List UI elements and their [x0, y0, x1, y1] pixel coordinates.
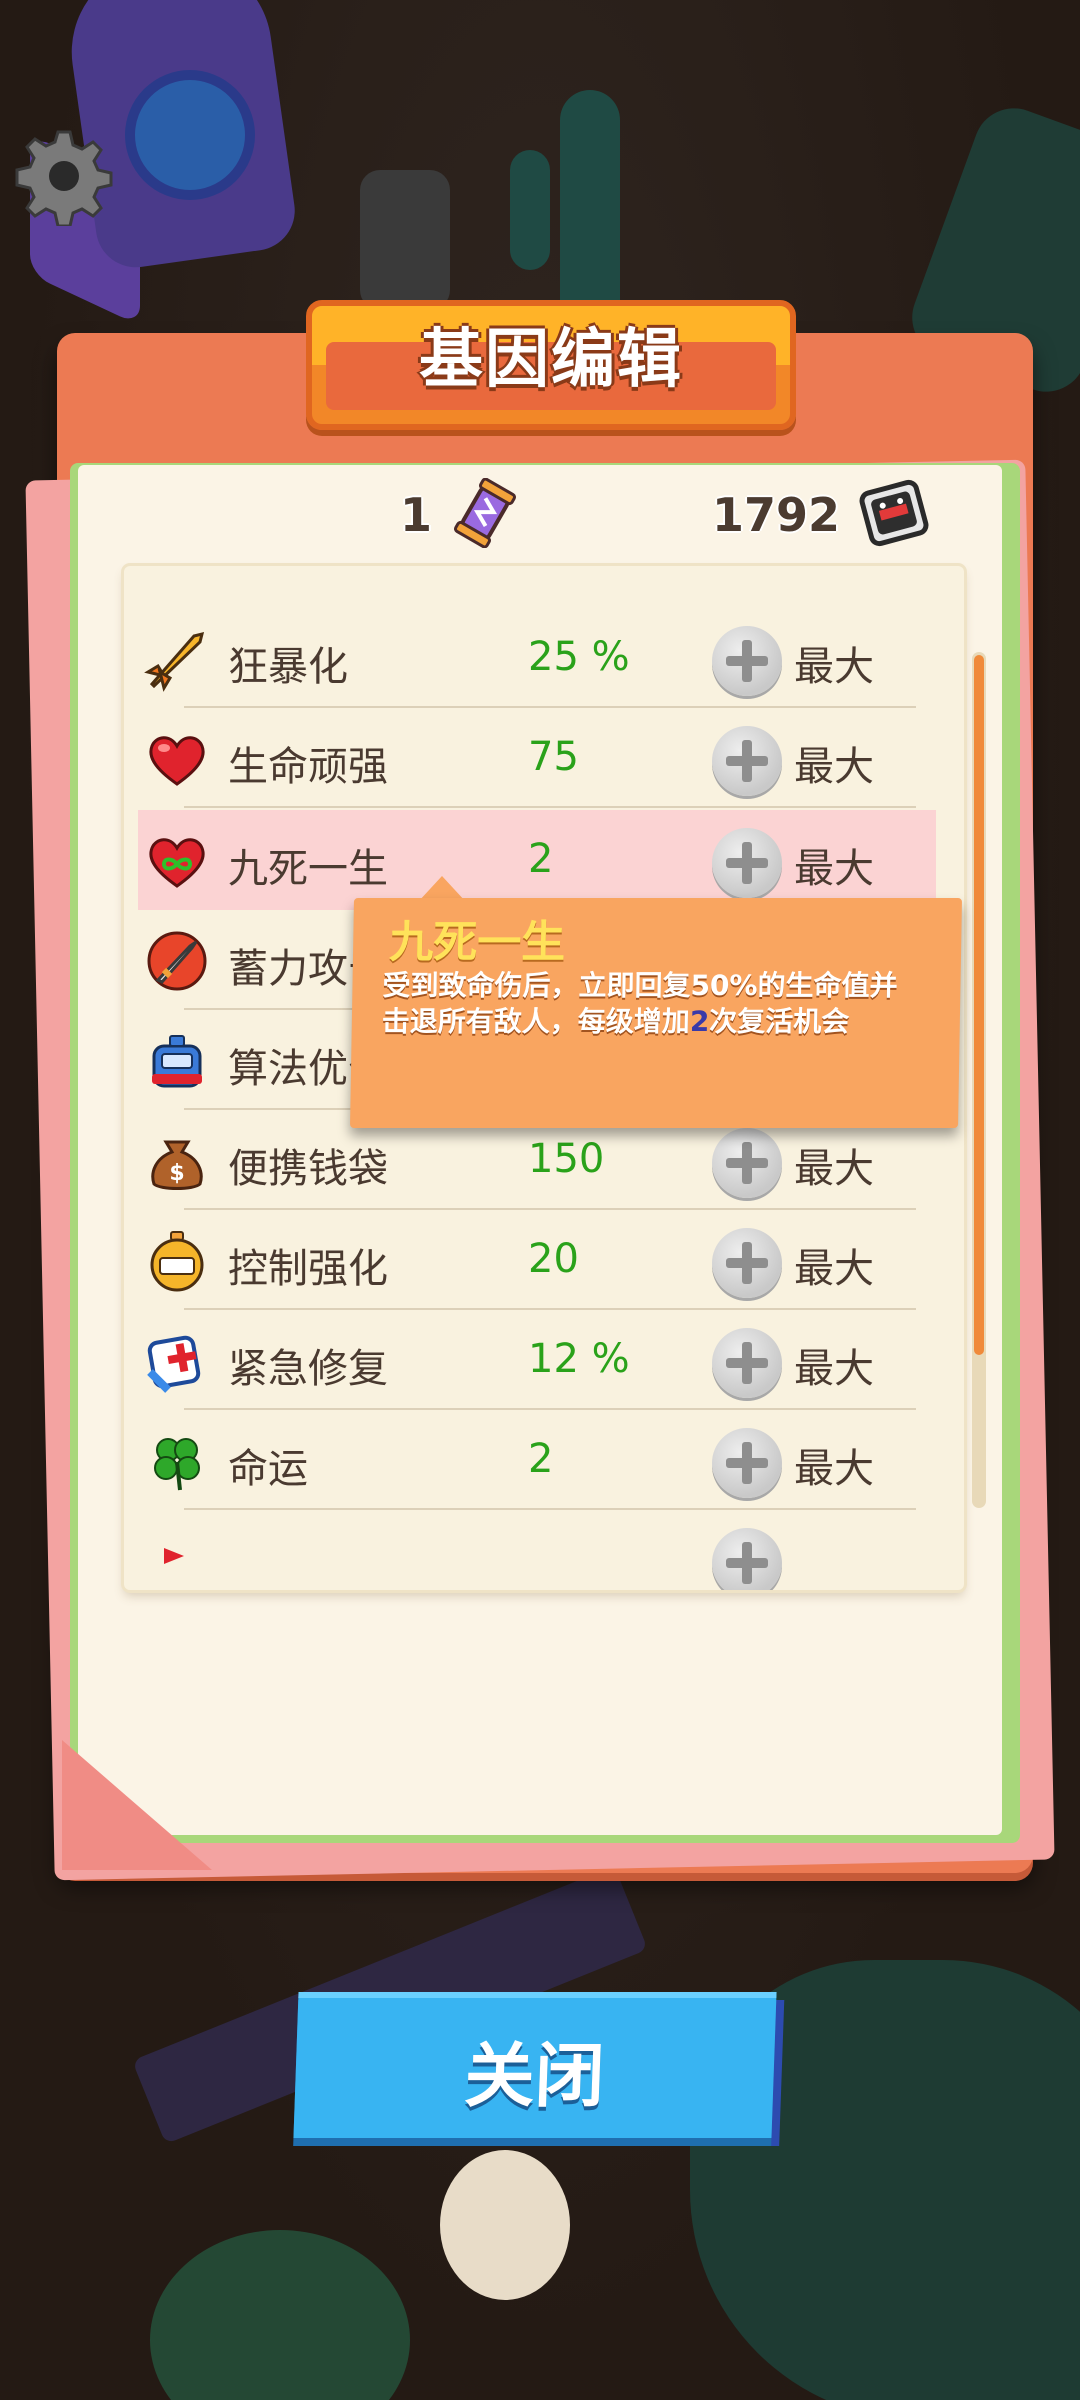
upgrade-plus-button[interactable] [712, 828, 782, 898]
gene-value: 150 [528, 1136, 605, 1182]
gene-name: 生命顽强 [228, 744, 388, 790]
clover-icon [144, 1428, 210, 1494]
gene-row-repair[interactable]: 紧急修复 12 % 最大 [138, 1310, 936, 1410]
gene-value: 75 [528, 734, 579, 780]
upgrade-plus-button[interactable] [712, 1528, 782, 1590]
gene-name: 九死一生 [228, 846, 388, 892]
rocket-icon [144, 626, 210, 692]
upgrade-plus-button[interactable] [712, 1128, 782, 1198]
close-button[interactable]: 关闭 [293, 1992, 777, 2138]
gene-max-label: 最大 [794, 644, 874, 690]
sheep [440, 2150, 570, 2300]
gene-value: 25 % [528, 634, 630, 680]
gene-name: 便携钱袋 [228, 1146, 388, 1192]
cactus [510, 150, 550, 270]
dna-count: 1 [400, 488, 433, 542]
tooltip-line-1: 受到致命伤后，立即回复50%的生命值并 [382, 969, 898, 1002]
gene-row-control[interactable]: 控制强化 20 最大 [138, 1210, 936, 1310]
gene-row-berserk[interactable]: 狂暴化 25 % 最大 [138, 608, 936, 708]
dna-currency: 1 [400, 477, 520, 552]
gene-name: 狂暴化 [228, 644, 348, 690]
gene-row-fate[interactable]: 命运 2 最大 [138, 1410, 936, 1510]
tooltip-revive-count: 2 [689, 1005, 710, 1038]
upgrade-plus-button[interactable] [712, 1228, 782, 1298]
chip-count: 1792 [712, 488, 841, 542]
gene-name: 命运 [228, 1446, 308, 1492]
panel-title: 基因编辑 [419, 323, 683, 397]
gene-tooltip: 九死一生 受到致命伤后，立即回复50%的生命值并 击退所有敌人，每级增加2次复活… [349, 898, 963, 1128]
settings-gear-icon[interactable] [14, 126, 114, 228]
tooltip-description: 受到致命伤后，立即回复50%的生命值并 击退所有敌人，每级增加2次复活机会 [382, 968, 943, 1040]
tank [360, 170, 450, 310]
upgrade-plus-button[interactable] [712, 1328, 782, 1398]
money-bag-icon: $ [144, 1128, 210, 1194]
upgrade-plus-button[interactable] [712, 1428, 782, 1498]
dna-vial-icon [450, 477, 520, 552]
gene-max-label: 最大 [794, 1346, 874, 1392]
divider [184, 806, 916, 808]
tooltip-title: 九死一生 [388, 917, 566, 968]
gene-row-tenacity[interactable]: 生命顽强 75 最大 [138, 708, 936, 808]
title-banner: 基因编辑 [306, 300, 796, 430]
upgrade-plus-button[interactable] [712, 726, 782, 796]
heart-infinity-icon [144, 828, 210, 894]
gene-row-revive[interactable]: 九死一生 2 最大 [138, 810, 936, 910]
chip-currency: 1792 [712, 477, 930, 553]
gene-max-label: 最大 [794, 1246, 874, 1292]
sword-icon [144, 928, 210, 994]
tooltip-line-2: 击退所有敌人，每级增加2次复活机会 [382, 1004, 943, 1040]
close-button-label: 关闭 [463, 2035, 607, 2117]
gene-max-label: 最大 [794, 1146, 874, 1192]
gene-value: 2 [528, 1436, 554, 1482]
timer-robot-icon [144, 1028, 210, 1094]
gene-value: 12 % [528, 1336, 630, 1382]
tooltip-line-2-a: 击退所有敌人，每级增加 [381, 1005, 691, 1038]
gene-max-label: 最大 [794, 1446, 874, 1492]
chip-icon [858, 477, 930, 553]
rocket-window [125, 70, 255, 200]
upgrade-plus-button[interactable] [712, 626, 782, 696]
gene-value: 20 [528, 1236, 579, 1282]
flag-icon [144, 1528, 210, 1590]
gene-name: 紧急修复 [228, 1346, 388, 1392]
gene-value: 2 [528, 836, 554, 882]
first-aid-icon [144, 1328, 210, 1394]
gene-row-partial[interactable] [138, 1510, 936, 1590]
list-scroll-thumb[interactable] [974, 655, 984, 1355]
gene-max-label: 最大 [794, 744, 874, 790]
gene-max-label: 最大 [794, 846, 874, 892]
stopwatch-icon [144, 1228, 210, 1294]
heart-icon [144, 726, 210, 792]
svg-text:$: $ [169, 1161, 184, 1186]
tooltip-line-2-b: 次复活机会 [709, 1005, 850, 1038]
gene-name: 控制强化 [228, 1246, 388, 1292]
